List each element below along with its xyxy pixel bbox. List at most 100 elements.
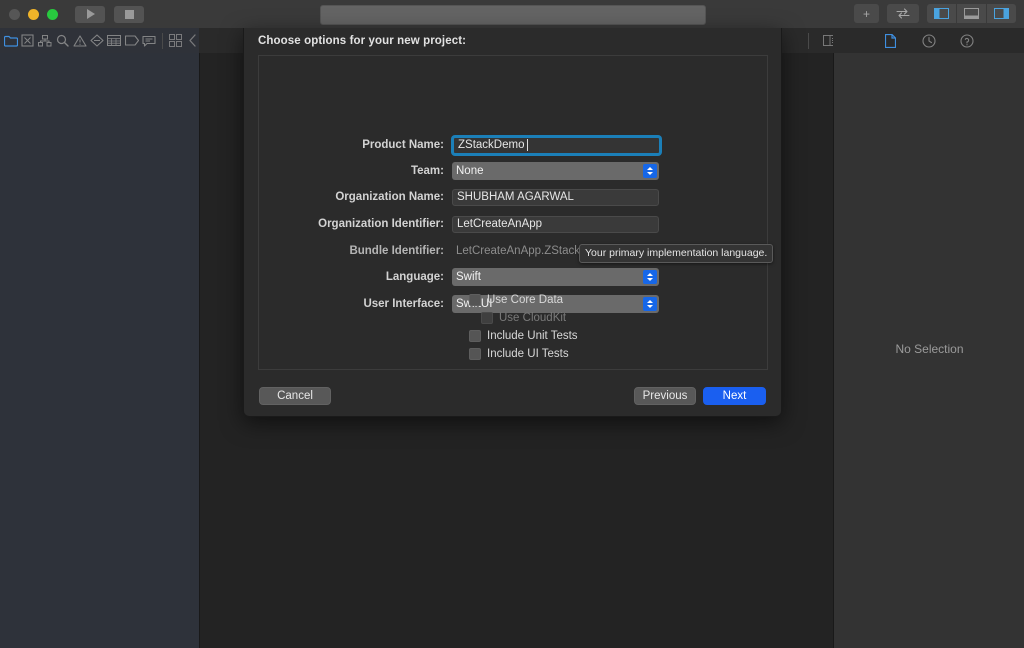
checkbox-row-use-core-data[interactable]: Use Core Data <box>469 292 578 307</box>
team-value: None <box>456 165 484 177</box>
toggle-navigator-button[interactable] <box>927 4 957 23</box>
checkbox-row-include-unit-tests[interactable]: Include Unit Tests <box>469 328 578 343</box>
language-control: Swift <box>452 268 659 286</box>
stop-icon <box>124 9 134 19</box>
use-cloudkit-checkbox <box>481 311 493 324</box>
editor-divider <box>808 32 809 49</box>
product-name-value: ZStackDemo <box>458 139 525 151</box>
bundle-identifier-label: Bundle Identifier: <box>349 245 444 257</box>
bottom-panel-icon <box>964 8 979 19</box>
inspector-selector-bar <box>833 28 1024 54</box>
history-inspector-icon <box>921 33 936 48</box>
inspector-tab-quick-help[interactable] <box>956 28 978 53</box>
organization-identifier-input[interactable]: LetCreateAnApp <box>452 215 659 233</box>
options-panel: Product Name: ZStackDemo Team: None Orga… <box>258 55 768 370</box>
sidebar-item-report-navigator[interactable] <box>140 28 157 53</box>
sidebar-item-find-navigator[interactable] <box>54 28 71 53</box>
project-navigator-icon <box>3 35 18 47</box>
window-titlebar: + <box>0 0 1024 29</box>
chevron-left-icon <box>189 34 196 47</box>
add-button[interactable]: + <box>853 4 879 23</box>
use-core-data-label: Use Core Data <box>487 293 564 306</box>
organization-identifier-control: LetCreateAnApp <box>452 215 659 233</box>
include-ui-tests-checkbox[interactable] <box>469 347 481 360</box>
inspector-tab-file[interactable] <box>880 28 902 53</box>
inspector-pane[interactable]: No Selection <box>833 53 1024 648</box>
sidebar-item-source-control-navigator[interactable] <box>19 28 36 53</box>
navigator-toolbar <box>0 28 201 54</box>
organization-identifier-label: Organization Identifier: <box>318 218 444 230</box>
zoom-window-button[interactable] <box>47 8 58 20</box>
organization-identifier-value: LetCreateAnApp <box>457 218 543 230</box>
report-navigator-icon <box>142 35 156 47</box>
test-navigator-icon <box>90 34 104 47</box>
sidebar-item-debug-navigator[interactable] <box>106 28 123 53</box>
file-inspector-icon <box>885 33 896 48</box>
chevron-up-icon <box>647 167 653 170</box>
navigator-divider <box>161 32 163 49</box>
next-button[interactable]: Next <box>703 387 766 405</box>
minimize-window-button[interactable] <box>28 8 39 20</box>
product-name-input[interactable]: ZStackDemo <box>452 135 661 155</box>
include-ui-tests-label: Include UI Tests <box>487 347 569 360</box>
toggle-debug-area-button[interactable] <box>957 4 987 23</box>
sidebar-item-test-navigator[interactable] <box>88 28 105 53</box>
play-icon <box>87 9 95 19</box>
options-checkbox-group: Use Core Data Use CloudKit Include Unit … <box>469 292 578 361</box>
sidebar-item-issue-navigator[interactable] <box>71 28 88 53</box>
use-core-data-checkbox[interactable] <box>469 293 481 306</box>
stop-button[interactable] <box>114 5 144 23</box>
sidebar-item-breakpoint-navigator[interactable] <box>123 28 140 53</box>
include-unit-tests-checkbox[interactable] <box>469 329 481 342</box>
language-label: Language: <box>385 271 444 283</box>
field-row-organization-name: Organization Name: SHUBHAM AGARWAL <box>259 186 767 208</box>
toggle-editor-button[interactable] <box>887 4 919 23</box>
navigator-pane[interactable] <box>0 53 199 648</box>
activity-view[interactable] <box>320 5 706 25</box>
swap-arrows-icon <box>896 8 910 19</box>
popup-arrows-icon <box>643 270 657 284</box>
team-popup-button[interactable]: None <box>452 162 659 180</box>
find-navigator-icon <box>56 34 69 47</box>
chevron-up-icon <box>647 273 653 276</box>
chevron-down-icon <box>647 305 653 308</box>
field-row-language: Language: Swift <box>259 266 767 288</box>
product-name-control: ZStackDemo <box>452 135 661 155</box>
right-panel-icon <box>994 8 1009 19</box>
pane-toggle-segmented-control <box>927 4 1016 23</box>
navigator-filter-button[interactable] <box>166 28 183 53</box>
run-button[interactable] <box>75 5 105 23</box>
sidebar-item-symbol-navigator[interactable] <box>37 28 54 53</box>
team-label: Team: <box>410 165 444 177</box>
sidebar-item-project-navigator[interactable] <box>2 28 19 53</box>
symbol-navigator-icon <box>38 34 52 46</box>
sheet-title: Choose options for your new project: <box>258 35 467 47</box>
sheet-footer: Cancel Previous Next <box>244 378 781 416</box>
close-window-button[interactable] <box>9 8 20 20</box>
inspector-tab-history[interactable] <box>918 28 940 53</box>
language-popup-button[interactable]: Swift <box>452 268 659 286</box>
popup-arrows-icon <box>643 164 657 178</box>
chevron-up-icon <box>647 300 653 303</box>
organization-name-value: SHUBHAM AGARWAL <box>457 191 574 203</box>
grid-icon <box>168 34 182 47</box>
organization-name-label: Organization Name: <box>335 191 444 203</box>
left-panel-icon <box>934 8 949 19</box>
organization-name-input[interactable]: SHUBHAM AGARWAL <box>452 188 659 206</box>
field-row-team: Team: None <box>259 160 767 182</box>
field-row-organization-identifier: Organization Identifier: LetCreateAnApp <box>259 213 767 235</box>
inspector-empty-label: No Selection <box>895 342 964 356</box>
cancel-button[interactable]: Cancel <box>259 387 331 405</box>
xcode-window: + No Selection Choose options for your n… <box>0 0 1024 648</box>
source-control-navigator-icon <box>21 34 34 47</box>
checkbox-row-include-ui-tests[interactable]: Include UI Tests <box>469 346 578 361</box>
text-caret <box>527 139 529 151</box>
user-interface-label: User Interface: <box>363 298 444 310</box>
field-row-product-name: Product Name: ZStackDemo <box>259 134 767 156</box>
popup-arrows-icon <box>643 297 657 311</box>
breakpoint-navigator-icon <box>124 35 139 46</box>
quick-help-inspector-icon <box>959 33 974 48</box>
toggle-inspector-button[interactable] <box>987 4 1016 23</box>
previous-button[interactable]: Previous <box>634 387 696 405</box>
chevron-down-icon <box>647 278 653 281</box>
